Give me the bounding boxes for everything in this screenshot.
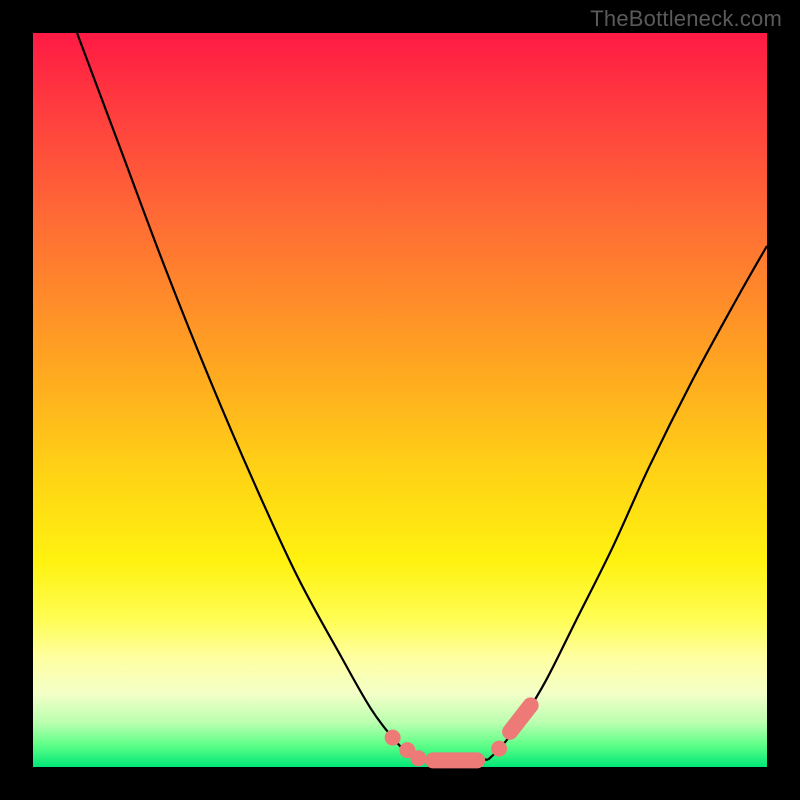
bottleneck-curve-svg (33, 33, 767, 767)
marker-dot-3 (491, 741, 507, 757)
watermark-text: TheBottleneck.com (590, 6, 782, 32)
marker-dot-0 (385, 730, 401, 746)
marker-dot-2 (410, 750, 426, 766)
curve-right-branch (488, 246, 767, 760)
gradient-plot-area (33, 33, 767, 767)
marker-pill-group (433, 705, 531, 760)
marker-pill-1 (510, 705, 531, 731)
curve-left-branch (77, 33, 422, 760)
